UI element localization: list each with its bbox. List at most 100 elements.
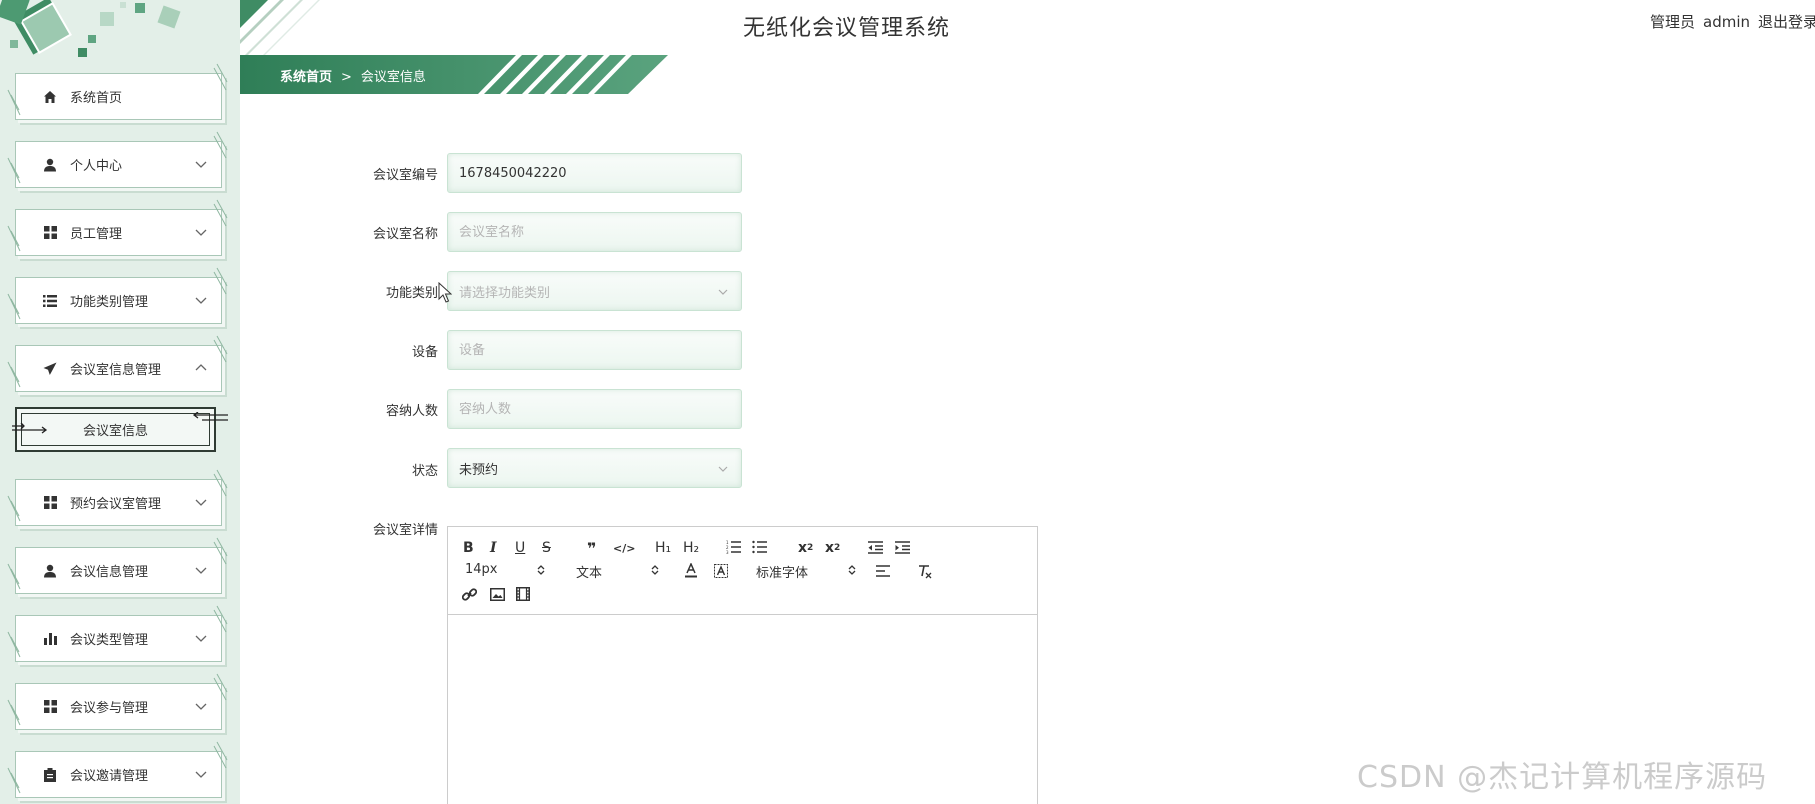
chevron-down-icon <box>718 466 728 472</box>
sidebar-item-label: 个人中心 <box>70 159 123 174</box>
sidebar-item-meetings[interactable]: 会议信息管理 <box>15 547 222 594</box>
sidebar-item-home[interactable]: 系统首页 <box>15 73 222 120</box>
sidebar-item-label: 预约会议室管理 <box>70 497 162 512</box>
arrow-right-icon <box>12 422 48 434</box>
sidebar: 系统首页 个人中心 员工管理 功能类别管理 会议室信息管理 会议室信息 预约会议… <box>0 0 240 804</box>
link-icon[interactable] <box>462 585 477 603</box>
paragraph-value: 文本 <box>576 566 603 581</box>
sidebar-item-label: 功能类别管理 <box>70 295 149 310</box>
sidebar-item-label: 会议室信息管理 <box>70 363 162 378</box>
header-2-button[interactable]: H₂ <box>683 539 699 557</box>
user-role: 管理员 <box>1650 13 1696 31</box>
superscript-button[interactable]: x2 <box>825 539 840 557</box>
svg-text:3: 3 <box>726 550 729 554</box>
capacity-input[interactable] <box>459 401 730 417</box>
chevron-down-icon <box>195 161 207 168</box>
grid-icon <box>42 699 58 715</box>
italic-button[interactable]: I <box>490 539 497 557</box>
sidebar-item-profile[interactable]: 个人中心 <box>15 141 222 188</box>
home-icon <box>42 89 58 105</box>
equipment-input[interactable] <box>459 342 730 358</box>
equipment-label: 设备 <box>411 345 438 360</box>
rich-text-editor: B I U S ❞ </> H₁ H₂ 123 x2 x2 14px 文本 标准… <box>447 526 1038 804</box>
status-label: 状态 <box>411 464 438 479</box>
updown-icon <box>651 565 659 575</box>
sidebar-item-invitations[interactable]: 会议邀请管理 <box>15 751 222 798</box>
watermark: CSDN @杰记计算机程序源码 <box>1357 760 1768 795</box>
user-icon <box>42 563 58 579</box>
sidebar-logo-decoration <box>0 0 240 70</box>
room-no-label: 会议室编号 <box>372 168 438 183</box>
category-label: 功能类别 <box>385 286 438 301</box>
chevron-down-icon <box>195 229 207 236</box>
code-block-button[interactable]: </> <box>613 539 635 557</box>
grid-icon <box>42 225 58 241</box>
strike-button[interactable]: S <box>542 539 551 557</box>
mouse-cursor-icon <box>438 282 452 303</box>
sidebar-subitem-label: 会议室信息 <box>82 424 148 439</box>
font-family-select[interactable]: 标准字体 <box>756 562 856 581</box>
username: admin <box>1703 13 1751 31</box>
sidebar-item-room-info[interactable]: 会议室信息管理 <box>15 345 222 392</box>
bold-button[interactable]: B <box>463 539 474 557</box>
chevron-down-icon <box>195 499 207 506</box>
blockquote-button[interactable]: ❞ <box>587 539 596 558</box>
sidebar-item-meeting-types[interactable]: 会议类型管理 <box>15 615 222 662</box>
chevron-down-icon <box>195 635 207 642</box>
sidebar-item-categories[interactable]: 功能类别管理 <box>15 277 222 324</box>
chevron-down-icon <box>195 297 207 304</box>
bullet-list-icon[interactable] <box>752 538 767 556</box>
logout-button[interactable]: 退出登录 <box>1758 13 1815 31</box>
editor-content-area[interactable] <box>448 615 1037 804</box>
room-no-field[interactable] <box>447 153 742 193</box>
sidebar-item-label: 会议参与管理 <box>70 701 149 716</box>
page-title: 无纸化会议管理系统 <box>743 16 951 41</box>
editor-toolbar: B I U S ❞ </> H₁ H₂ 123 x2 x2 14px 文本 标准… <box>448 527 1037 615</box>
arrow-left-icon <box>192 412 228 421</box>
image-icon[interactable] <box>490 585 505 603</box>
sidebar-item-label: 会议邀请管理 <box>70 769 149 784</box>
breadcrumb-home-link[interactable]: 系统首页 <box>280 70 332 85</box>
updown-icon <box>537 565 545 575</box>
grid-icon <box>42 495 58 511</box>
equipment-field[interactable] <box>447 330 742 370</box>
indent-icon[interactable] <box>895 538 910 556</box>
breadcrumb-current: 会议室信息 <box>360 70 426 85</box>
font-color-icon[interactable] <box>684 562 698 580</box>
status-select[interactable]: 未预约 <box>447 448 742 488</box>
sidebar-item-label: 系统首页 <box>70 91 123 106</box>
clean-format-icon[interactable] <box>917 562 932 580</box>
chevron-down-icon <box>195 703 207 710</box>
header-stripe-decoration <box>240 0 320 55</box>
sidebar-item-label: 会议信息管理 <box>70 565 149 580</box>
header-1-button[interactable]: H₁ <box>655 539 671 557</box>
user-area: 管理员 admin 退出登录 <box>1650 11 1815 32</box>
outdent-icon[interactable] <box>868 538 883 556</box>
sidebar-item-participation[interactable]: 会议参与管理 <box>15 683 222 730</box>
font-family-value: 标准字体 <box>756 566 809 581</box>
category-placeholder: 请选择功能类别 <box>459 285 551 301</box>
ordered-list-icon[interactable]: 123 <box>726 538 741 556</box>
room-no-input[interactable] <box>459 165 730 181</box>
subscript-button[interactable]: x2 <box>798 539 813 557</box>
updown-icon <box>848 565 856 575</box>
paragraph-select[interactable]: 文本 <box>576 562 659 581</box>
sidebar-item-reservations[interactable]: 预约会议室管理 <box>15 479 222 526</box>
room-name-field[interactable] <box>447 212 742 252</box>
list-icon <box>42 293 58 309</box>
align-icon[interactable] <box>876 562 890 580</box>
room-name-input[interactable] <box>459 224 730 240</box>
underline-button[interactable]: U <box>515 539 525 557</box>
chevron-down-icon <box>195 771 207 778</box>
room-name-label: 会议室名称 <box>372 227 438 242</box>
video-icon[interactable] <box>516 585 530 603</box>
paper-plane-icon <box>42 361 58 377</box>
sidebar-item-employees[interactable]: 员工管理 <box>15 209 222 256</box>
capacity-field[interactable] <box>447 389 742 429</box>
breadcrumb: 系统首页 > 会议室信息 <box>280 66 426 85</box>
capacity-label: 容纳人数 <box>385 404 438 419</box>
background-color-icon[interactable] <box>714 562 728 580</box>
status-value: 未预约 <box>459 462 499 478</box>
font-size-select[interactable]: 14px <box>465 562 545 577</box>
category-select[interactable]: 请选择功能类别 <box>447 271 742 311</box>
